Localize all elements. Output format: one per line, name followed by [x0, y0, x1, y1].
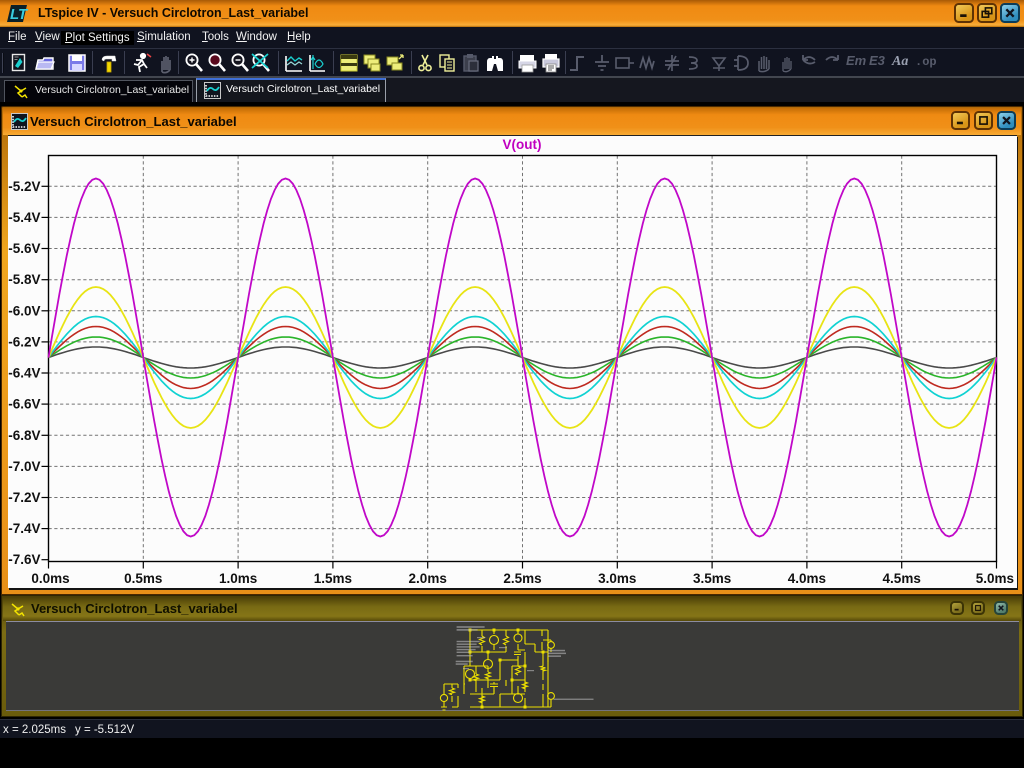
svg-text:-7.4V: -7.4V: [8, 521, 40, 536]
svg-text:0.0ms: 0.0ms: [31, 571, 69, 585]
svg-text:3.0ms: 3.0ms: [598, 571, 636, 585]
svg-text:5.0ms: 5.0ms: [976, 571, 1014, 585]
svg-text:1.0ms: 1.0ms: [219, 571, 257, 585]
svg-text:-6.2V: -6.2V: [8, 334, 40, 349]
svg-text:-5.8V: -5.8V: [8, 272, 40, 287]
svg-text:-5.2V: -5.2V: [8, 179, 40, 194]
svg-text:0.5ms: 0.5ms: [124, 571, 162, 585]
svg-text:-7.0V: -7.0V: [8, 459, 40, 474]
svg-text:-5.6V: -5.6V: [8, 241, 40, 256]
svg-text:2.0ms: 2.0ms: [409, 571, 447, 585]
svg-text:2.5ms: 2.5ms: [503, 571, 541, 585]
svg-text:1.5ms: 1.5ms: [314, 571, 352, 585]
svg-text:-7.6V: -7.6V: [8, 552, 40, 567]
svg-text:4.0ms: 4.0ms: [788, 571, 826, 585]
svg-text:-5.4V: -5.4V: [8, 210, 40, 225]
svg-text:-6.4V: -6.4V: [8, 366, 40, 381]
svg-text:V(out): V(out): [503, 137, 542, 152]
svg-text:4.5ms: 4.5ms: [883, 571, 921, 585]
svg-text:-6.0V: -6.0V: [8, 303, 40, 318]
svg-text:LT: LT: [10, 6, 29, 23]
svg-text:-6.8V: -6.8V: [8, 428, 40, 443]
svg-text:-6.6V: -6.6V: [8, 397, 40, 412]
svg-text:3.5ms: 3.5ms: [693, 571, 731, 585]
svg-text:-7.2V: -7.2V: [8, 490, 40, 505]
